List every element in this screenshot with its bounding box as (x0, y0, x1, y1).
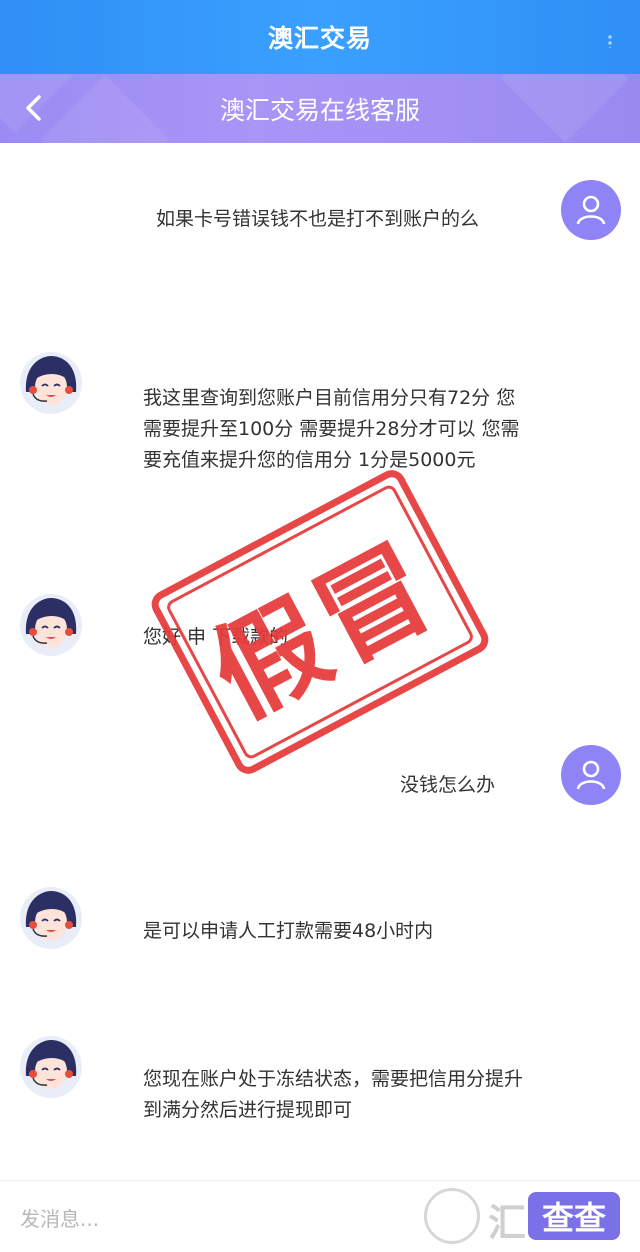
user-icon (576, 760, 606, 790)
message-text: 我这里查询到您账户目前信用分只有72分 您需要提升至100分 需要提升28分才可… (143, 387, 520, 471)
page-title: 澳汇交易在线客服 (219, 95, 420, 125)
message-input[interactable]: 发消息... (20, 1203, 99, 1232)
user-icon (576, 195, 606, 225)
watermark-logo-icon (424, 1188, 480, 1244)
watermark-badge: 查查 (528, 1192, 620, 1240)
user-avatar (561, 180, 621, 240)
user-avatar (561, 745, 621, 805)
chat-header: 澳汇交易在线客服 (0, 74, 640, 143)
agent-avatar (20, 887, 82, 949)
app-title-bar: 澳汇交易 (0, 0, 640, 74)
back-arrow-icon[interactable] (20, 93, 50, 123)
agent-avatar (20, 1036, 82, 1098)
counterfeit-stamp: 假冒 (146, 465, 494, 779)
app-title: 澳汇交易 (267, 24, 372, 53)
agent-avatar (20, 594, 82, 656)
watermark-text: 汇 (488, 1201, 527, 1245)
message-text: 没钱怎么办 (400, 774, 496, 796)
agent-avatar (20, 352, 82, 414)
message-text: 是可以申请人工打款需要48小时内 (143, 920, 434, 942)
message-text: 如果卡号错误钱不也是打不到账户的么 (156, 208, 480, 230)
message-text: 您现在账户处于冻结状态，需要把信用分提升到满分然后进行提现即可 (143, 1068, 524, 1121)
more-icon[interactable] (608, 34, 612, 48)
